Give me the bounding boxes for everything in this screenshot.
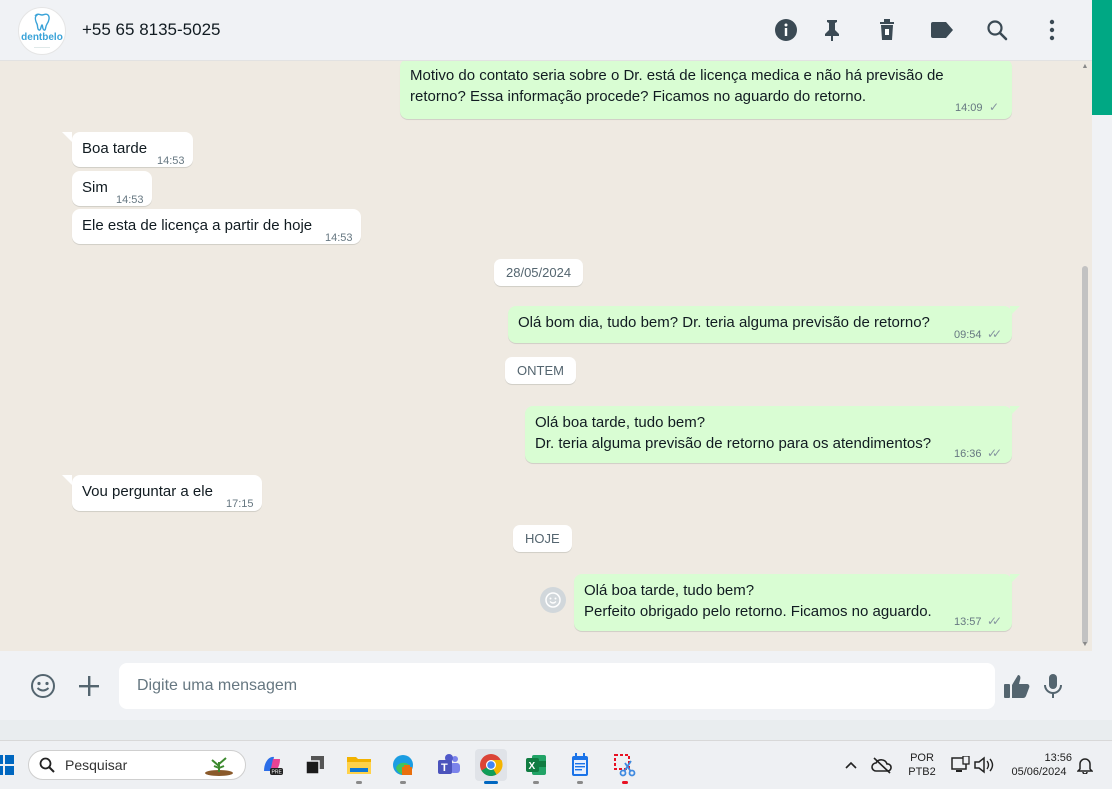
clock-date: 05/06/2024: [1011, 766, 1067, 778]
running-indicator: [356, 781, 362, 784]
cloud-off-icon[interactable]: [866, 749, 898, 781]
message-incoming[interactable]: Boa tarde 14:53: [72, 132, 193, 167]
message-text: Vou perguntar a ele: [82, 483, 213, 500]
contact-name[interactable]: +55 65 8135-5025: [82, 20, 221, 40]
scrollbar-thumb[interactable]: [1082, 266, 1088, 644]
message-time: 14:53: [116, 194, 144, 206]
edge-icon[interactable]: [387, 749, 419, 784]
double-check-icon: ✓✓: [987, 614, 1002, 628]
message-text: Boa tarde: [82, 140, 148, 157]
message-text: Ele esta de licença a partir de hoje: [82, 217, 313, 234]
chevron-up-icon[interactable]: [835, 749, 867, 781]
avatar-brand-sub: ————: [34, 44, 50, 49]
message-line: retorno? Essa informação procede? Ficamo…: [410, 88, 867, 105]
message-line: Olá boa tarde, tudo bem?: [584, 582, 755, 599]
double-check-icon: ✓✓: [987, 327, 1002, 341]
language-code: POR: [910, 752, 934, 764]
chrome-icon[interactable]: [475, 749, 507, 784]
contact-avatar[interactable]: dentbelo ————: [18, 7, 66, 55]
language-indicator[interactable]: POR PTB2: [902, 751, 942, 779]
notepad-icon[interactable]: [564, 749, 596, 784]
date-divider: ONTEM: [505, 357, 576, 384]
running-indicator: [400, 781, 406, 784]
search-icon: [39, 757, 55, 773]
keyboard-layout: PTB2: [908, 766, 936, 778]
message-outgoing[interactable]: Olá bom dia, tudo bem? Dr. teria alguma …: [508, 306, 1012, 343]
search-label: Pesquisar: [65, 757, 128, 773]
message-text: Sim: [82, 179, 108, 196]
message-outgoing[interactable]: Olá boa tarde, tudo bem? Perfeito obriga…: [574, 574, 1012, 631]
teams-icon[interactable]: T: [433, 749, 465, 781]
accent-bar: [1092, 0, 1112, 115]
excel-icon[interactable]: X: [520, 749, 552, 784]
message-time: 09:54: [954, 329, 982, 341]
message-time: 14:09: [955, 102, 983, 114]
scroll-down-arrow[interactable]: ▼: [1081, 641, 1089, 649]
chat-header: dentbelo ———— +55 65 8135-5025: [0, 0, 1092, 61]
running-indicator: [533, 781, 539, 784]
message-time: 14:53: [157, 155, 185, 167]
message-input[interactable]: [119, 663, 995, 709]
delete-icon[interactable]: [873, 16, 901, 44]
pin-icon[interactable]: [818, 16, 846, 44]
plant-icon: [205, 757, 233, 776]
emoji-icon[interactable]: [28, 671, 58, 701]
double-check-icon: ✓✓: [987, 446, 1002, 460]
message-time: 14:53: [325, 232, 353, 244]
message-time: 13:57: [954, 616, 982, 628]
clock[interactable]: 13:56 05/06/2024: [1000, 751, 1078, 779]
thumbs-up-icon[interactable]: [1002, 671, 1032, 701]
info-icon[interactable]: [772, 16, 800, 44]
notification-bell-icon[interactable]: [1073, 749, 1097, 781]
volume-icon[interactable]: [968, 749, 1000, 781]
message-outgoing[interactable]: Motivo do contato seria sobre o Dr. está…: [400, 61, 1012, 119]
message-line: Olá boa tarde, tudo bem?: [535, 414, 706, 431]
message-line: Motivo do contato seria sobre o Dr. está…: [410, 67, 944, 84]
label-icon[interactable]: [928, 16, 956, 44]
reaction-emoji-button[interactable]: [540, 587, 566, 613]
message-time: 17:15: [226, 498, 254, 510]
smiley-icon: [545, 592, 561, 608]
menu-icon[interactable]: [1038, 16, 1066, 44]
date-divider: HOJE: [513, 525, 572, 552]
composer: [0, 651, 1092, 720]
running-indicator: [577, 781, 583, 784]
message-outgoing[interactable]: Olá boa tarde, tudo bem? Dr. teria algum…: [525, 406, 1012, 463]
running-indicator: [622, 781, 628, 784]
file-explorer-icon[interactable]: [343, 749, 375, 784]
window-bottom-edge: [0, 720, 1112, 740]
message-text: Olá bom dia, tudo bem? Dr. teria alguma …: [518, 314, 930, 331]
copilot-icon[interactable]: PRE: [256, 749, 288, 781]
message-line: Perfeito obrigado pelo retorno. Ficamos …: [584, 603, 932, 620]
avatar-brand: dentbelo: [21, 32, 63, 43]
whatsapp-window: dentbelo ———— +55 65 8135-5025 Motivo do…: [0, 0, 1092, 720]
snipping-tool-icon[interactable]: [609, 749, 641, 784]
attach-plus-icon[interactable]: [74, 671, 104, 701]
bubble-tail: [62, 475, 72, 485]
message-line: Dr. teria alguma previsão de retorno par…: [535, 435, 932, 452]
taskbar-search[interactable]: Pesquisar: [28, 750, 246, 780]
sent-check-icon: ✓: [989, 100, 1000, 114]
microphone-icon[interactable]: [1038, 671, 1068, 701]
clock-time: 13:56: [1044, 752, 1072, 764]
message-incoming[interactable]: Vou perguntar a ele 17:15: [72, 475, 262, 511]
windows-start-icon[interactable]: [0, 749, 20, 781]
date-divider: 28/05/2024: [494, 259, 584, 286]
task-view-icon[interactable]: [299, 749, 331, 781]
svg-text:PRE: PRE: [272, 770, 283, 776]
chat-messages[interactable]: Motivo do contato seria sobre o Dr. está…: [0, 61, 1092, 651]
message-time: 16:36: [954, 448, 982, 460]
bubble-tail: [62, 132, 72, 142]
message-incoming[interactable]: Sim 14:53: [72, 171, 152, 206]
svg-text:T: T: [441, 762, 448, 774]
svg-text:X: X: [529, 761, 536, 772]
side-panel-edge: [1092, 0, 1112, 720]
message-incoming[interactable]: Ele esta de licença a partir de hoje 14:…: [72, 209, 361, 244]
search-icon[interactable]: [983, 16, 1011, 44]
active-indicator: [484, 781, 498, 784]
taskbar: Pesquisar PRE T X POR PTB2 13:56 05/06/2…: [0, 740, 1112, 789]
scroll-up-arrow[interactable]: ▲: [1081, 63, 1089, 71]
